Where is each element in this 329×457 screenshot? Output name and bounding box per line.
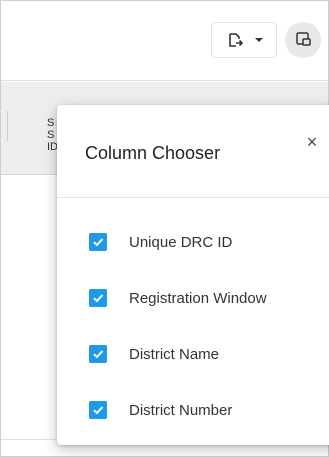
column-chooser-icon (295, 30, 311, 51)
column-chooser-popover: Column Chooser × Unique DRC ID Registrat… (57, 105, 329, 445)
column-separator[interactable] (7, 111, 8, 141)
close-icon: × (306, 132, 318, 152)
column-option-label: Registration Window (129, 289, 267, 307)
export-button[interactable] (211, 22, 277, 58)
app-frame: S S ID Column Chooser × Unique DRC ID Regi… (0, 0, 329, 457)
checkbox-checked-icon[interactable] (89, 345, 107, 363)
export-icon (227, 32, 243, 48)
column-option-district-number[interactable]: District Number (89, 399, 232, 421)
column-option-registration-window[interactable]: Registration Window (89, 287, 267, 309)
column-option-label: District Name (129, 345, 220, 363)
checkbox-checked-icon[interactable] (89, 289, 107, 307)
column-option-unique-drc-id[interactable]: Unique DRC ID (89, 231, 232, 253)
column-option-label: District Number (129, 401, 233, 419)
popover-divider (57, 197, 329, 198)
column-option-district-name[interactable]: District Name (89, 343, 219, 365)
column-header-text: S S ID (47, 117, 57, 153)
checkbox-checked-icon[interactable] (89, 401, 107, 419)
popover-title: Column Chooser (85, 143, 221, 163)
caret-down-icon (255, 38, 263, 42)
column-option-label: Unique DRC ID (129, 233, 233, 251)
close-button[interactable]: × (303, 133, 321, 151)
toolbar (1, 1, 328, 81)
column-chooser-button[interactable] (285, 22, 321, 58)
checkbox-checked-icon[interactable] (89, 233, 107, 251)
column-header-partial[interactable]: S S ID (47, 117, 57, 153)
